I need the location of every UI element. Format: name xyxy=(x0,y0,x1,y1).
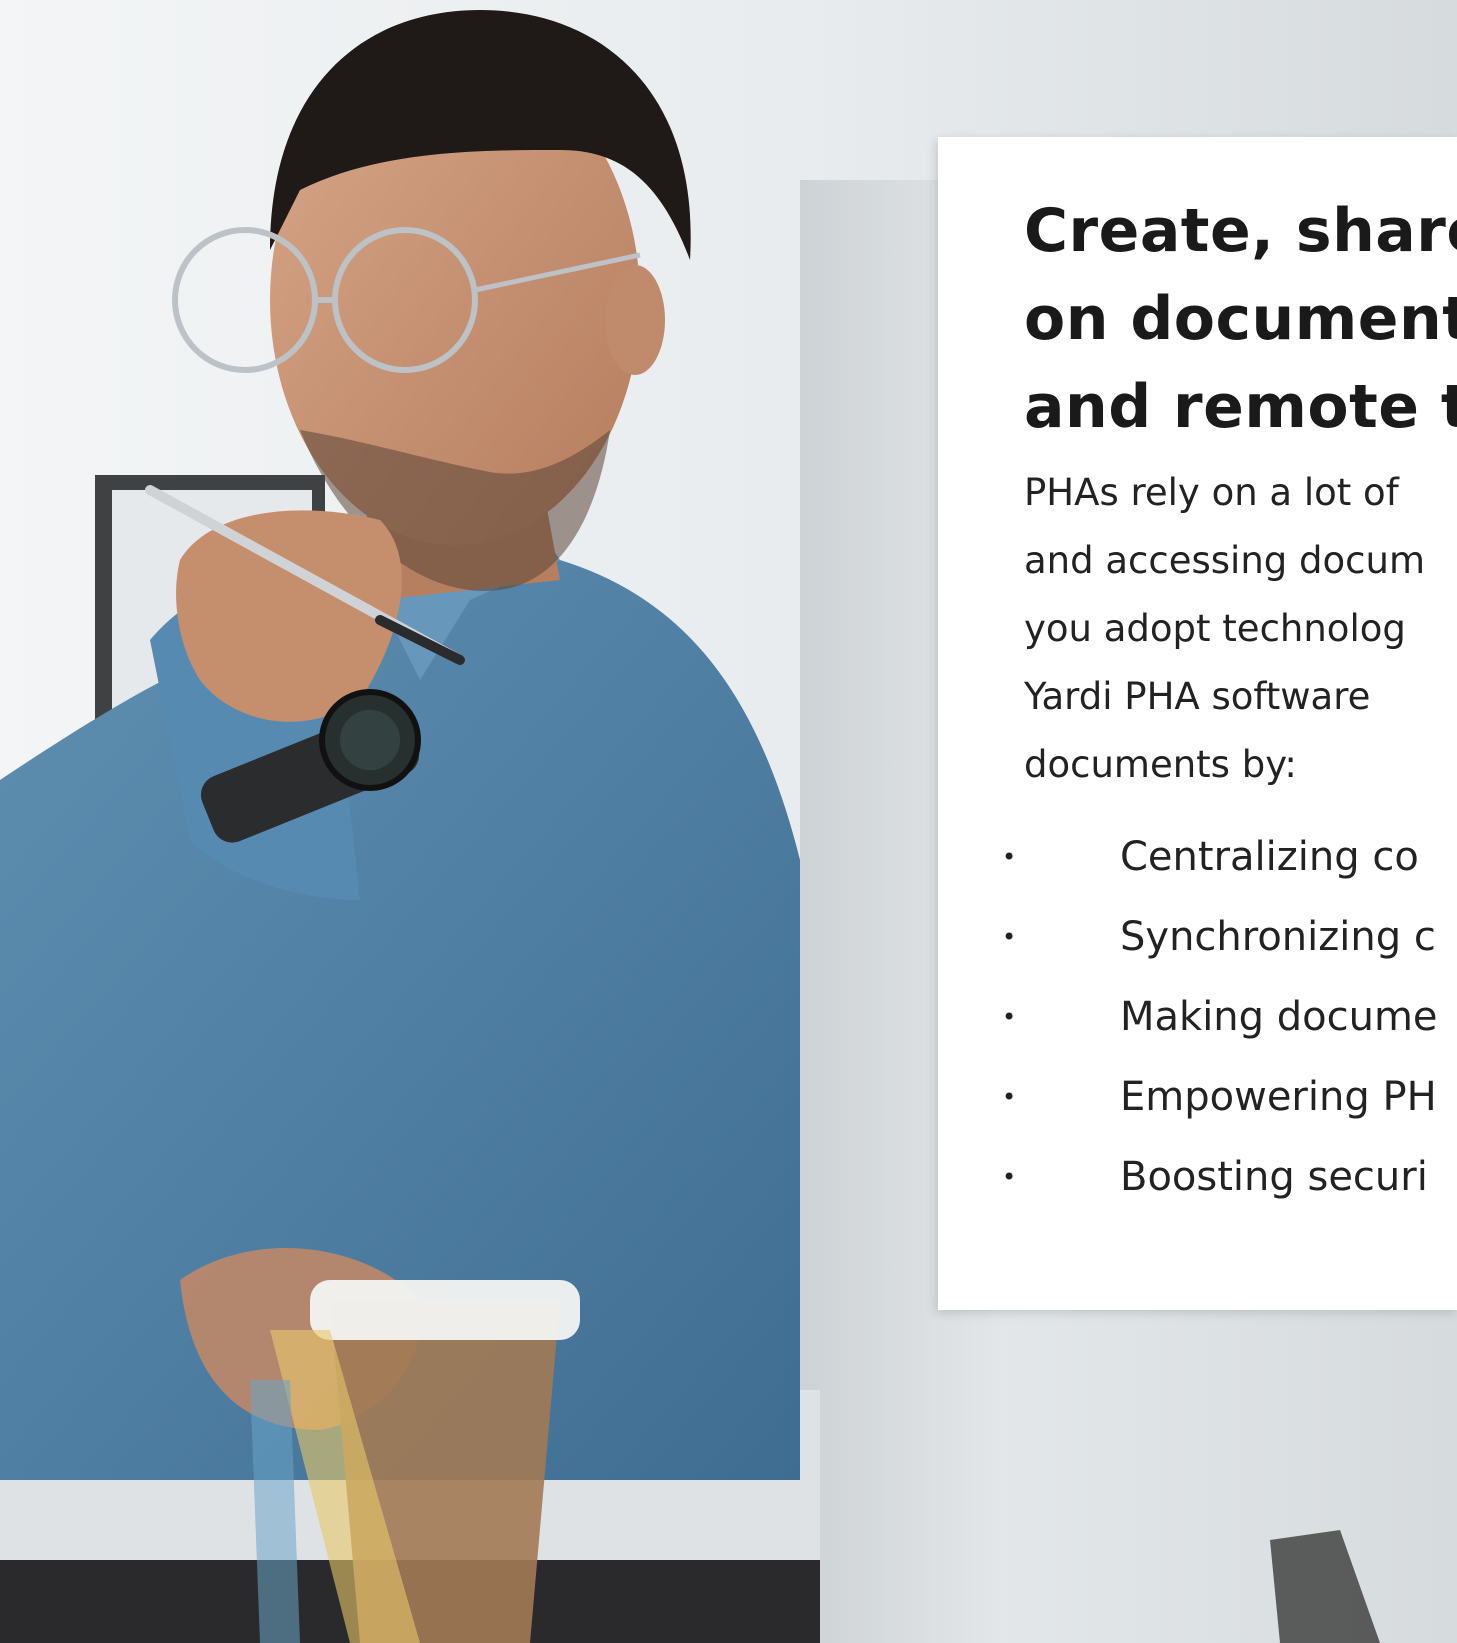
body-line: documents by: xyxy=(1024,743,1297,786)
bullet-icon: • xyxy=(1002,1083,1017,1111)
bullet-list: • Centralizing co • Synchronizing c • Ma… xyxy=(1002,817,1457,1217)
headline: Create, share on documents and remote te xyxy=(1024,187,1457,451)
bullet-text: Centralizing co xyxy=(1120,834,1419,880)
bullet-icon: • xyxy=(1002,843,1017,871)
list-item: • Synchronizing c xyxy=(1002,897,1457,977)
list-item: • Making docume xyxy=(1002,977,1457,1057)
card-content: Create, share on documents and remote te… xyxy=(1002,187,1457,1217)
content-card: Create, share on documents and remote te… xyxy=(938,137,1457,1310)
bullet-text: Synchronizing c xyxy=(1120,914,1436,960)
list-item: • Boosting securi xyxy=(1002,1137,1457,1217)
body-line: you adopt technolog xyxy=(1024,607,1406,650)
bullet-text: Empowering PH xyxy=(1120,1074,1437,1120)
body-paragraph: PHAs rely on a lot of and accessing docu… xyxy=(1024,459,1457,799)
bullet-icon: • xyxy=(1002,923,1017,951)
list-item: • Centralizing co xyxy=(1002,817,1457,897)
bullet-icon: • xyxy=(1002,1003,1017,1031)
list-item: • Empowering PH xyxy=(1002,1057,1457,1137)
bullet-icon: • xyxy=(1002,1163,1017,1191)
bullet-text: Making docume xyxy=(1120,994,1438,1040)
headline-line: Create, share xyxy=(1024,196,1457,266)
headline-line: on documents xyxy=(1024,284,1457,354)
body-line: PHAs rely on a lot of xyxy=(1024,471,1399,514)
body-line: and accessing docum xyxy=(1024,539,1425,582)
body-line: Yardi PHA software xyxy=(1024,675,1371,718)
bullet-text: Boosting securi xyxy=(1120,1154,1428,1200)
headline-line: and remote te xyxy=(1024,372,1457,442)
